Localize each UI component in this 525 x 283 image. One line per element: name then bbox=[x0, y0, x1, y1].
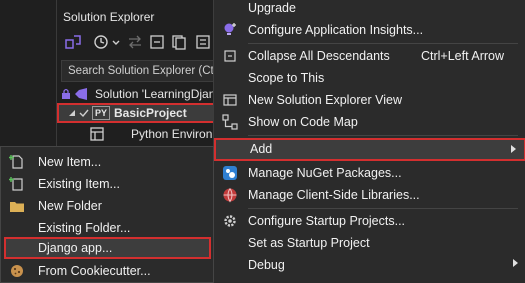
menu-item-label: New Solution Explorer View bbox=[248, 93, 403, 107]
menu-separator bbox=[248, 135, 518, 136]
menu-item-show-on-code-map[interactable]: Show on Code Map bbox=[214, 111, 525, 133]
show-all-files-icon[interactable] bbox=[171, 34, 187, 50]
submenu-item-label: New Item... bbox=[38, 155, 102, 169]
context-menu: Upgrade Configure Application Insights..… bbox=[213, 0, 525, 283]
solution-label: Solution 'LearningDjan bbox=[95, 87, 216, 101]
solution-explorer-title: Solution Explorer bbox=[63, 10, 155, 24]
gear-icon bbox=[224, 215, 236, 227]
submenu-item-label: Existing Item... bbox=[38, 177, 120, 191]
menu-item-add[interactable]: Add bbox=[214, 138, 525, 161]
menu-separator bbox=[248, 208, 518, 209]
lock-icon bbox=[62, 88, 70, 99]
tree-item-python-environments[interactable]: Python Environm bbox=[57, 124, 227, 144]
menu-item-label: Set as Startup Project bbox=[248, 236, 370, 250]
menu-item-label: Upgrade bbox=[248, 1, 296, 15]
python-project-badge: PY bbox=[92, 106, 111, 120]
menu-item-label: Debug bbox=[248, 258, 285, 272]
submenu-arrow-icon bbox=[511, 145, 516, 153]
project-label: BasicProject bbox=[114, 106, 187, 120]
properties-icon[interactable] bbox=[195, 34, 211, 50]
menu-separator bbox=[248, 43, 518, 44]
search-input[interactable]: Search Solution Explorer (Ct bbox=[61, 60, 227, 82]
switch-views-icon[interactable] bbox=[65, 34, 81, 50]
menu-item-debug[interactable]: Debug bbox=[214, 254, 525, 276]
expand-arrow-icon bbox=[69, 110, 75, 116]
collapse-all-icon[interactable] bbox=[149, 34, 165, 50]
menu-item-label: Add bbox=[250, 142, 273, 156]
menu-item-label: Scope to This bbox=[248, 71, 325, 85]
menu-item-scope-to-this[interactable]: Scope to This bbox=[214, 67, 525, 89]
menu-item-manage-client-libraries[interactable]: Manage Client-Side Libraries... bbox=[214, 184, 525, 206]
menu-item-configure-app-insights[interactable]: Configure Application Insights... bbox=[214, 19, 525, 41]
submenu-item-existing-folder[interactable]: Existing Folder... bbox=[1, 217, 213, 239]
search-placeholder: Search Solution Explorer (Ct bbox=[68, 65, 214, 77]
submenu-item-new-item[interactable]: New Item... bbox=[1, 151, 213, 173]
new-view-icon bbox=[223, 94, 237, 106]
menu-item-upgrade[interactable]: Upgrade bbox=[214, 0, 525, 19]
menu-item-set-startup-project[interactable]: Set as Startup Project bbox=[214, 232, 525, 254]
menu-item-configure-startup-projects[interactable]: Configure Startup Projects... bbox=[214, 210, 525, 232]
submenu-item-label: From Cookiecutter... bbox=[38, 264, 151, 278]
app-insights-icon bbox=[224, 23, 236, 35]
solution-explorer-toolbar bbox=[57, 30, 227, 56]
submenu-item-existing-item[interactable]: Existing Item... bbox=[1, 173, 213, 195]
code-map-icon bbox=[222, 114, 238, 130]
menu-item-label: Configure Startup Projects... bbox=[248, 214, 406, 228]
globe-icon bbox=[223, 188, 237, 203]
chevron-down-icon[interactable] bbox=[111, 34, 121, 50]
new-item-icon bbox=[9, 155, 23, 169]
environments-icon bbox=[90, 127, 104, 141]
menu-item-label: Configure Application Insights... bbox=[248, 23, 424, 37]
menu-item-manage-nuget[interactable]: Manage NuGet Packages... bbox=[214, 162, 525, 184]
existing-item-icon bbox=[9, 177, 23, 191]
tree-item-solution[interactable]: Solution 'LearningDjan bbox=[57, 84, 227, 104]
menu-item-new-solution-explorer-view[interactable]: New Solution Explorer View bbox=[214, 89, 525, 111]
menu-item-label: Collapse All Descendants bbox=[248, 49, 390, 63]
submenu-item-from-cookiecutter[interactable]: From Cookiecutter... bbox=[1, 260, 213, 282]
python-environments-label: Python Environm bbox=[131, 127, 223, 141]
cookiecutter-icon bbox=[11, 265, 23, 277]
submenu-item-label: New Folder bbox=[38, 199, 102, 213]
submenu-item-new-folder[interactable]: New Folder bbox=[1, 195, 213, 217]
submenu-item-label: Django app... bbox=[38, 241, 113, 255]
submenu-item-label: Existing Folder... bbox=[38, 221, 131, 235]
submenu-arrow-icon bbox=[513, 259, 518, 267]
menu-item-shortcut: Ctrl+Left Arrow bbox=[420, 49, 504, 63]
solution-icon bbox=[75, 88, 87, 100]
folder-icon bbox=[10, 202, 24, 212]
menu-item-collapse-all[interactable]: Collapse All Descendants Ctrl+Left Arrow bbox=[214, 45, 525, 67]
submenu-item-django-app[interactable]: Django app... bbox=[4, 237, 211, 259]
menu-item-label: Manage NuGet Packages... bbox=[248, 166, 402, 180]
tree-item-project[interactable]: PY BasicProject bbox=[57, 103, 227, 123]
checkmark-icon bbox=[79, 109, 89, 118]
sync-icon[interactable] bbox=[127, 34, 143, 50]
add-submenu: New Item... Existing Item... New Folder … bbox=[0, 146, 214, 283]
menu-item-label: Manage Client-Side Libraries... bbox=[248, 188, 420, 202]
history-icon[interactable] bbox=[93, 34, 109, 50]
menu-item-label: Show on Code Map bbox=[248, 115, 358, 129]
collapse-icon bbox=[224, 50, 236, 62]
nuget-icon bbox=[223, 166, 237, 180]
